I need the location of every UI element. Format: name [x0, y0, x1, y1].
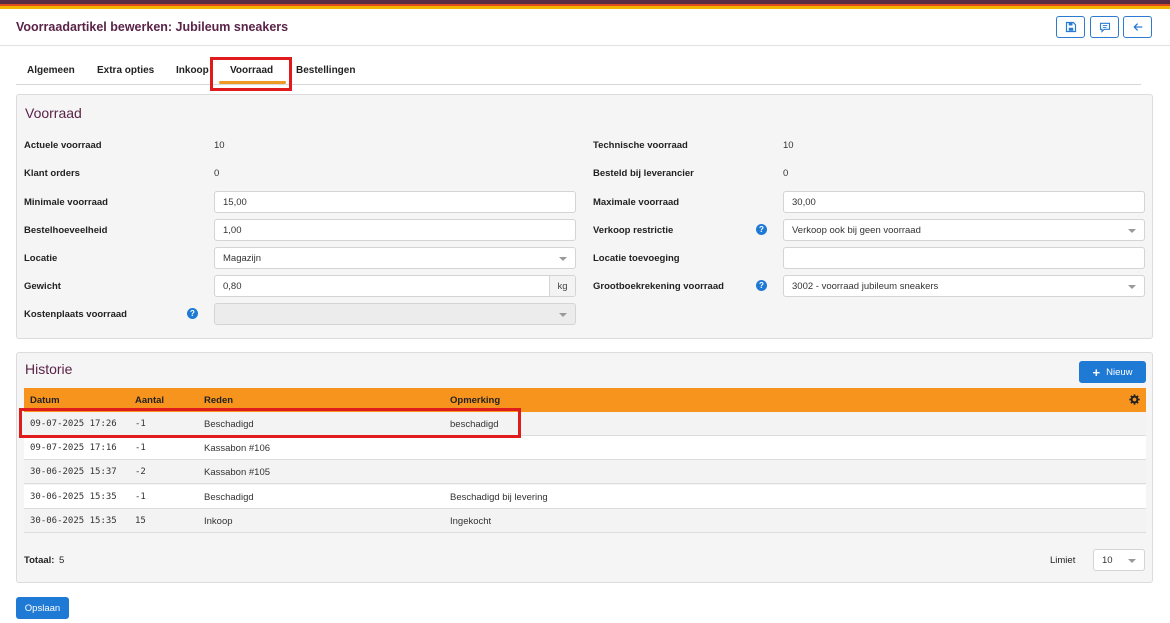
maximale-voorraad-input[interactable]: 30,00 [783, 191, 1145, 213]
locatie-label: Locatie [24, 253, 58, 264]
bestelhoeveelheid-input[interactable]: 1,00 [214, 219, 576, 241]
chevron-down-icon [559, 313, 567, 317]
verkoop-restrictie-label: Verkoop restrictie [593, 225, 674, 236]
voorraad-title: Voorraad [25, 105, 82, 121]
row-datum: 30-06-2025 15:35 [30, 492, 117, 502]
row-aantal: -1 [135, 419, 146, 429]
maximale-voorraad-label: Maximale voorraad [593, 197, 680, 208]
row-aantal: -1 [135, 443, 146, 453]
gewicht-label: Gewicht [24, 281, 61, 292]
technische-voorraad-label: Technische voorraad [593, 140, 688, 151]
comment-icon [1099, 22, 1110, 33]
besteld-value: 0 [783, 168, 789, 179]
active-tab-indicator [219, 81, 286, 84]
save-header-button[interactable] [1056, 16, 1085, 38]
column-header-aantal[interactable]: Aantal [135, 395, 164, 406]
row-aantal: -2 [135, 467, 146, 477]
historie-title: Historie [25, 361, 73, 377]
row-datum: 30-06-2025 15:35 [30, 516, 117, 526]
chevron-down-icon [559, 257, 567, 261]
besteld-label: Besteld bij leverancier [593, 168, 694, 179]
save-icon [1065, 21, 1076, 33]
tab-algemeen[interactable]: Algemeen [27, 65, 75, 76]
plus-icon: + [1092, 364, 1101, 380]
chevron-down-icon [1128, 229, 1136, 233]
technische-voorraad-value: 10 [783, 140, 794, 151]
actuele-voorraad-value: 10 [214, 140, 225, 151]
kostenplaats-label: Kostenplaats voorraad [24, 309, 127, 320]
save-button[interactable]: Opslaan [16, 597, 69, 619]
row-datum: 30-06-2025 15:37 [30, 467, 117, 477]
actuele-voorraad-label: Actuele voorraad [24, 140, 102, 151]
tab-bar: Algemeen Extra opties Inkoop Voorraad Be… [16, 59, 1141, 85]
row-datum: 09-07-2025 17:16 [30, 443, 117, 453]
tab-inkoop[interactable]: Inkoop [176, 65, 209, 76]
locatie-toevoeging-input[interactable] [783, 247, 1145, 269]
minimale-voorraad-input[interactable]: 15,00 [214, 191, 576, 213]
limiet-select[interactable]: 10 [1093, 549, 1145, 571]
row-opmerking: beschadigd [450, 419, 499, 430]
row-reden: Inkoop [204, 516, 233, 527]
gewicht-input[interactable]: 0,80 kg [214, 275, 576, 297]
help-icon[interactable]: ? [187, 308, 198, 319]
minimale-voorraad-label: Minimale voorraad [24, 197, 108, 208]
gear-icon[interactable] [1129, 394, 1140, 405]
limiet-label: Limiet [1050, 555, 1076, 566]
locatie-toevoeging-label: Locatie toevoeging [593, 253, 680, 264]
row-reden: Beschadigd [204, 492, 254, 503]
locatie-select[interactable]: Magazijn [214, 247, 576, 269]
help-icon[interactable]: ? [756, 280, 767, 291]
totaal-value: 5 [59, 555, 65, 566]
voorraad-panel: Voorraad [16, 94, 1153, 339]
back-button[interactable] [1123, 16, 1152, 38]
table-row[interactable]: 09-07-2025 17:16 -1 Kassabon #106 [24, 436, 1146, 460]
bestelhoeveelheid-label: Bestelhoeveelheid [24, 225, 108, 236]
brand-stripe [0, 0, 1170, 9]
grootboek-select[interactable]: 3002 - voorraad jubileum sneakers [783, 275, 1145, 297]
table-row[interactable]: 30-06-2025 15:37 -2 Kassabon #105 [24, 460, 1146, 484]
row-aantal: -1 [135, 492, 146, 502]
help-icon[interactable]: ? [756, 224, 767, 235]
row-reden: Kassabon #106 [204, 443, 271, 454]
grootboek-label: Grootboekrekening voorraad [593, 281, 724, 292]
chevron-down-icon [1128, 559, 1136, 563]
row-reden: Beschadigd [204, 419, 254, 430]
table-row[interactable]: 30-06-2025 15:35 15 Inkoop Ingekocht [24, 509, 1146, 533]
tab-bestellingen[interactable]: Bestellingen [296, 65, 355, 76]
column-header-reden[interactable]: Reden [204, 395, 233, 406]
row-aantal: 15 [135, 516, 146, 526]
table-header: Datum Aantal Reden Opmerking [24, 388, 1146, 412]
verkoop-restrictie-select[interactable]: Verkoop ook bij geen voorraad [783, 219, 1145, 241]
row-opmerking: Beschadigd bij levering [450, 492, 548, 503]
page-header: Voorraadartikel bewerken: Jubileum sneak… [0, 9, 1170, 46]
column-header-opmerking[interactable]: Opmerking [450, 395, 500, 406]
row-datum: 09-07-2025 17:26 [30, 419, 117, 429]
totaal-label: Totaal: [24, 555, 55, 566]
chevron-down-icon [1128, 285, 1136, 289]
table-row[interactable]: 30-06-2025 15:35 -1 Beschadigd Beschadig… [24, 485, 1146, 509]
table-row[interactable]: 09-07-2025 17:26 -1 Beschadigd beschadig… [24, 412, 1146, 436]
gewicht-unit: kg [549, 276, 575, 296]
row-opmerking: Ingekocht [450, 516, 492, 527]
klant-orders-label: Klant orders [24, 168, 80, 179]
klant-orders-value: 0 [214, 168, 220, 179]
tab-voorraad[interactable]: Voorraad [230, 65, 273, 76]
tab-extra-opties[interactable]: Extra opties [97, 65, 154, 76]
new-button[interactable]: + Nieuw [1079, 361, 1146, 383]
kostenplaats-select [214, 303, 576, 325]
row-reden: Kassabon #105 [204, 467, 271, 478]
column-header-datum[interactable]: Datum [30, 395, 60, 406]
page-title: Voorraadartikel bewerken: Jubileum sneak… [16, 20, 289, 34]
comment-button[interactable] [1090, 16, 1119, 38]
arrow-left-icon [1133, 23, 1142, 31]
